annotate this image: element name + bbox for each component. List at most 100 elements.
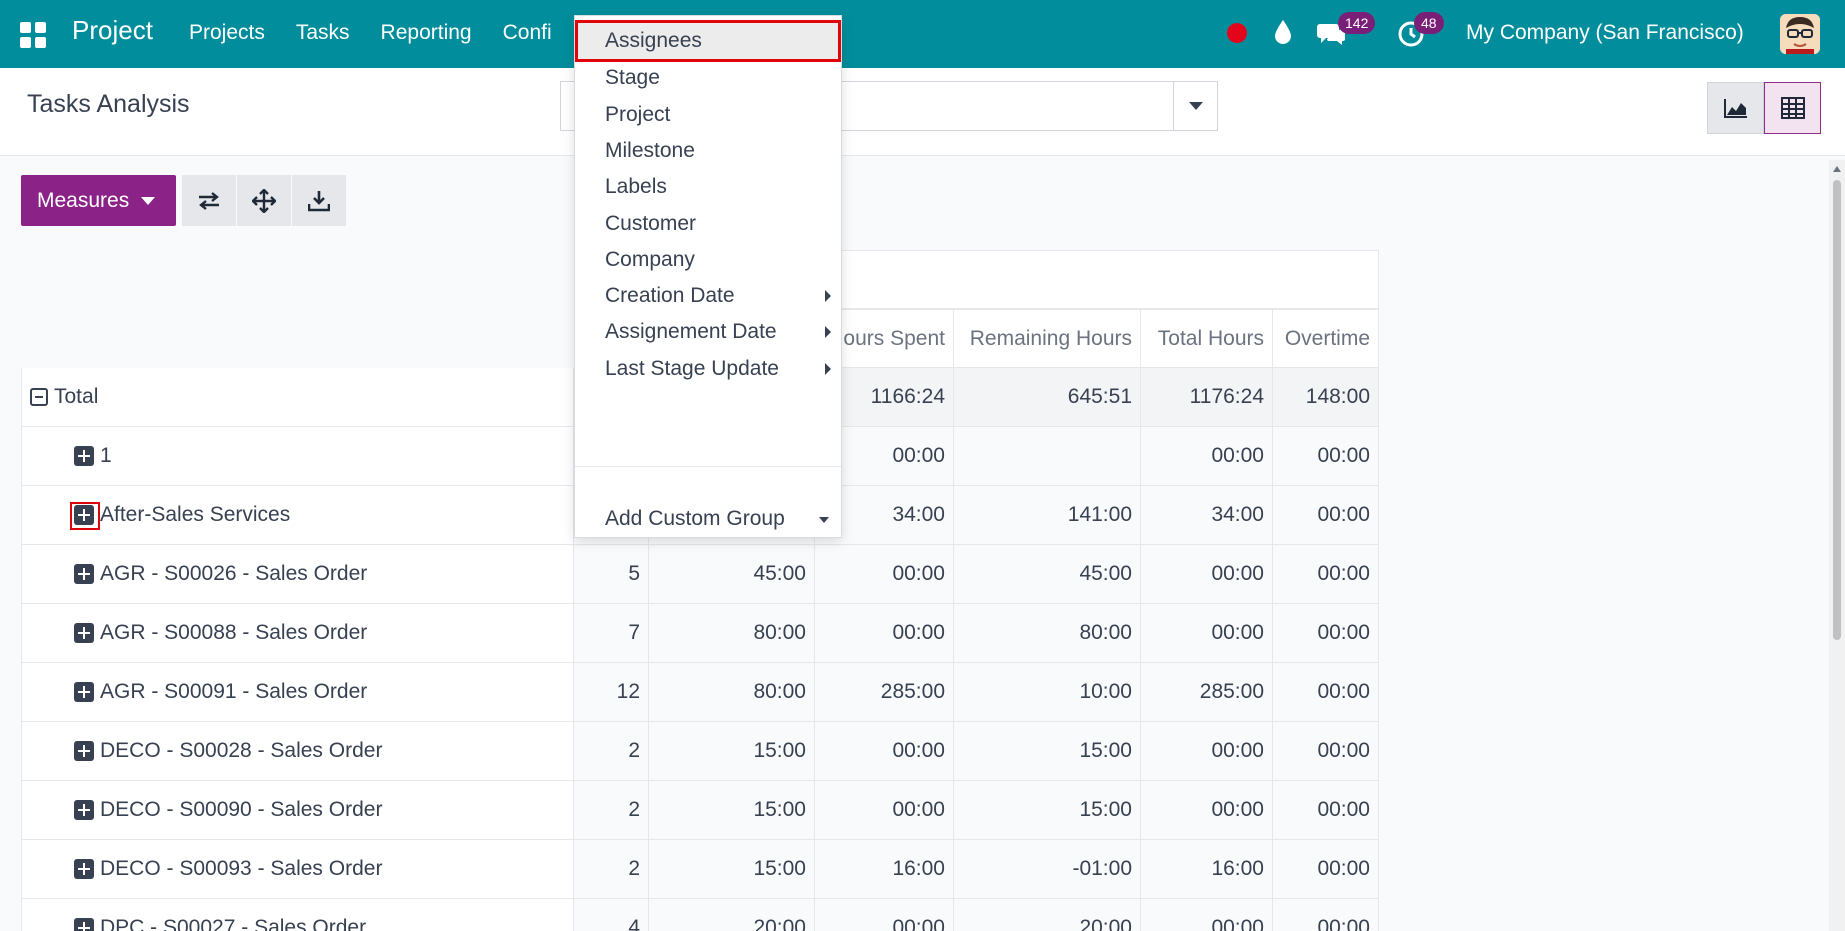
table-cell[interactable]: 15:00: [649, 722, 815, 780]
table-cell[interactable]: 00:00: [815, 781, 954, 839]
table-cell[interactable]: 285:00: [815, 663, 954, 721]
menu-configuration[interactable]: Confi: [503, 21, 552, 45]
download-button[interactable]: [292, 175, 347, 226]
group-by-option[interactable]: Assignement Date: [575, 311, 841, 353]
flip-axis-button[interactable]: [182, 175, 237, 226]
add-custom-group[interactable]: Add Custom Group: [575, 498, 841, 540]
column-header-remaining-hours[interactable]: Remaining Hours: [954, 309, 1141, 368]
scroll-up-icon[interactable]: [1833, 166, 1841, 172]
expand-icon[interactable]: [74, 682, 94, 702]
table-cell[interactable]: 645:51: [954, 368, 1141, 426]
table-cell[interactable]: 00:00: [815, 722, 954, 780]
expand-icon[interactable]: [74, 446, 94, 466]
table-cell[interactable]: 00:00: [815, 545, 954, 603]
row-header-total[interactable]: Total: [21, 368, 574, 426]
table-cell[interactable]: 00:00: [1273, 545, 1379, 603]
scroll-thumb[interactable]: [1833, 180, 1841, 640]
group-by-option[interactable]: Last Stage Update: [575, 348, 841, 390]
company-switcher[interactable]: My Company (San Francisco): [1466, 21, 1744, 45]
table-cell[interactable]: 00:00: [815, 604, 954, 662]
table-cell[interactable]: 45:00: [649, 545, 815, 603]
expand-icon[interactable]: [74, 859, 94, 879]
table-cell[interactable]: 1176:24: [1141, 368, 1273, 426]
expand-all-button[interactable]: [237, 175, 292, 226]
expand-icon[interactable]: [74, 800, 94, 820]
column-header-total-hours[interactable]: Total Hours: [1141, 309, 1273, 368]
table-cell[interactable]: 80:00: [649, 604, 815, 662]
row-header[interactable]: AGR - S00026 - Sales Order: [21, 545, 574, 603]
table-cell[interactable]: 16:00: [1141, 840, 1273, 898]
table-cell[interactable]: 00:00: [815, 899, 954, 931]
table-cell[interactable]: 00:00: [1141, 427, 1273, 485]
table-cell[interactable]: 15:00: [954, 722, 1141, 780]
pivot-view-button[interactable]: [1764, 82, 1821, 134]
table-cell[interactable]: 00:00: [1273, 722, 1379, 780]
table-cell[interactable]: 80:00: [649, 663, 815, 721]
row-header[interactable]: 1: [21, 427, 574, 485]
table-cell[interactable]: 15:00: [954, 781, 1141, 839]
expand-icon[interactable]: [74, 564, 94, 584]
table-cell[interactable]: 2: [574, 840, 649, 898]
page-scrollbar[interactable]: [1829, 160, 1845, 931]
table-cell[interactable]: 00:00: [1141, 545, 1273, 603]
table-cell[interactable]: 45:00: [954, 545, 1141, 603]
table-cell[interactable]: 00:00: [1141, 899, 1273, 931]
table-cell[interactable]: [954, 427, 1141, 485]
table-cell[interactable]: 5: [574, 545, 649, 603]
table-cell[interactable]: 15:00: [649, 781, 815, 839]
table-cell[interactable]: 00:00: [1273, 781, 1379, 839]
table-cell[interactable]: 80:00: [954, 604, 1141, 662]
table-cell[interactable]: 00:00: [1273, 663, 1379, 721]
row-header[interactable]: DECO - S00093 - Sales Order: [21, 840, 574, 898]
row-header[interactable]: DECO - S00090 - Sales Order: [21, 781, 574, 839]
table-cell[interactable]: 15:00: [649, 840, 815, 898]
table-cell[interactable]: 285:00: [1141, 663, 1273, 721]
row-header[interactable]: AGR - S00088 - Sales Order: [21, 604, 574, 662]
record-icon[interactable]: [1227, 23, 1247, 43]
row-header[interactable]: AGR - S00091 - Sales Order: [21, 663, 574, 721]
table-cell[interactable]: 2: [574, 722, 649, 780]
search-options-toggle[interactable]: [1173, 82, 1217, 130]
table-cell[interactable]: 00:00: [1273, 604, 1379, 662]
row-header[interactable]: DECO - S00028 - Sales Order: [21, 722, 574, 780]
group-by-option[interactable]: Labels: [575, 166, 841, 208]
collapse-icon[interactable]: [30, 388, 48, 406]
table-cell[interactable]: 4: [574, 899, 649, 931]
group-by-option[interactable]: Assignees: [575, 20, 841, 62]
table-cell[interactable]: 00:00: [1141, 604, 1273, 662]
table-cell[interactable]: 148:00: [1273, 368, 1379, 426]
drop-icon[interactable]: [1272, 18, 1294, 46]
menu-reporting[interactable]: Reporting: [381, 21, 472, 45]
column-header-overtime[interactable]: Overtime: [1273, 309, 1379, 368]
table-cell[interactable]: 16:00: [815, 840, 954, 898]
table-cell[interactable]: 00:00: [1273, 427, 1379, 485]
apps-menu-icon[interactable]: [20, 22, 46, 48]
table-cell[interactable]: 00:00: [1273, 486, 1379, 544]
expand-icon[interactable]: [74, 623, 94, 643]
row-header[interactable]: DPC - S00027 - Sales Order: [21, 899, 574, 931]
row-header[interactable]: After-Sales Services: [21, 486, 574, 544]
menu-projects[interactable]: Projects: [189, 21, 265, 45]
table-cell[interactable]: 00:00: [1141, 781, 1273, 839]
table-cell[interactable]: 141:00: [954, 486, 1141, 544]
table-cell[interactable]: 2: [574, 781, 649, 839]
table-cell[interactable]: 20:00: [954, 899, 1141, 931]
row-label: DECO - S00028 - Sales Order: [100, 739, 383, 762]
group-by-option[interactable]: Stage: [575, 57, 841, 99]
expand-icon[interactable]: [74, 918, 94, 931]
user-avatar[interactable]: [1780, 14, 1820, 54]
table-cell[interactable]: -01:00: [954, 840, 1141, 898]
menu-tasks[interactable]: Tasks: [296, 21, 350, 45]
table-cell[interactable]: 00:00: [1273, 899, 1379, 931]
table-cell[interactable]: 10:00: [954, 663, 1141, 721]
table-cell[interactable]: 34:00: [1141, 486, 1273, 544]
measures-button[interactable]: Measures: [21, 175, 176, 226]
table-cell[interactable]: 12: [574, 663, 649, 721]
table-cell[interactable]: 7: [574, 604, 649, 662]
app-brand[interactable]: Project: [72, 15, 153, 46]
table-cell[interactable]: 00:00: [1273, 840, 1379, 898]
graph-view-button[interactable]: [1707, 82, 1764, 134]
table-cell[interactable]: 00:00: [1141, 722, 1273, 780]
expand-icon[interactable]: [74, 741, 94, 761]
table-cell[interactable]: 20:00: [649, 899, 815, 931]
